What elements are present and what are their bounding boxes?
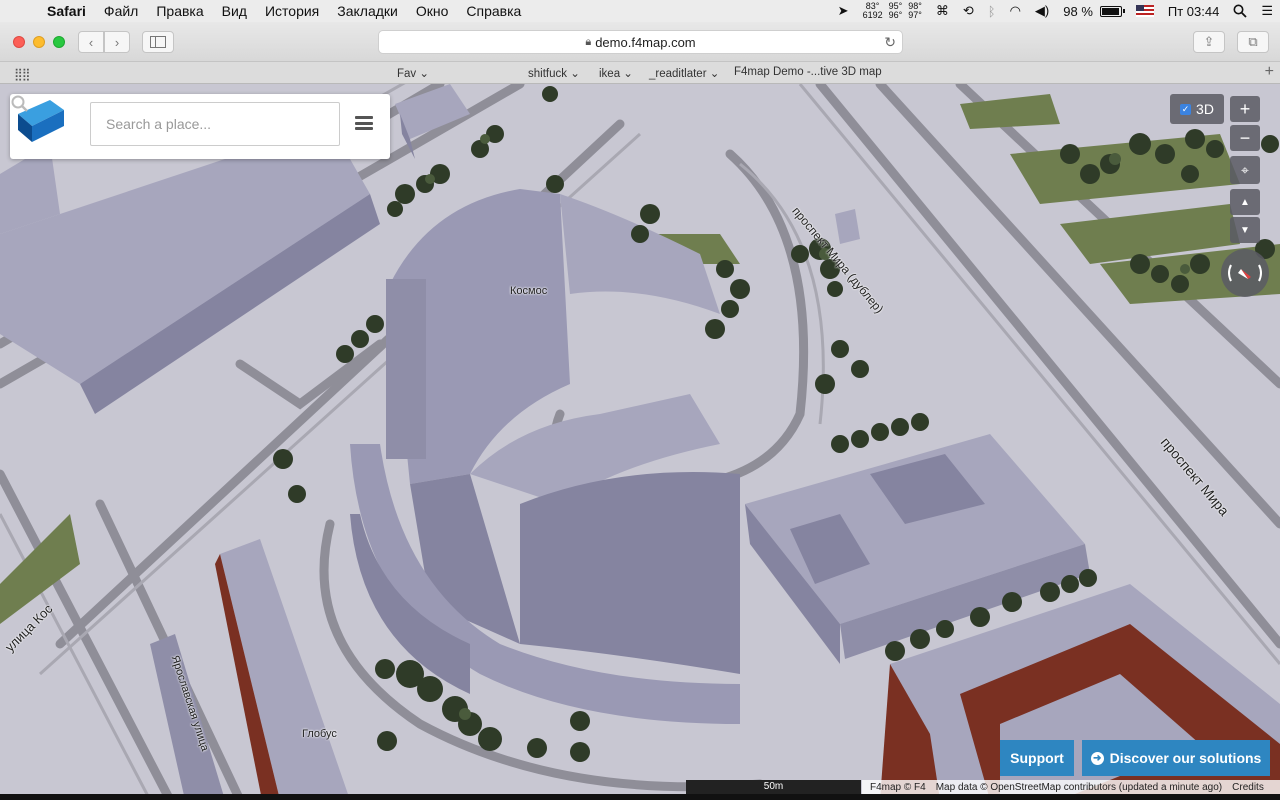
battery-icon[interactable] <box>1099 5 1129 17</box>
map-canvas[interactable]: Космос Глобус проспект Мира (дублер) про… <box>0 84 1280 800</box>
toggle-3d-label: 3D <box>1196 101 1214 117</box>
back-button[interactable]: ‹ <box>78 31 104 53</box>
tabs-overview-button[interactable]: ⧉ <box>1237 31 1269 53</box>
toggle-3d[interactable]: ✓ 3D <box>1170 94 1224 124</box>
url-text: demo.f4map.com <box>595 34 696 50</box>
map-label-kosmos[interactable]: Космос <box>510 285 547 297</box>
location-arrow-icon[interactable]: ➤ <box>831 3 856 19</box>
zoom-in-button[interactable]: + <box>1230 96 1260 122</box>
menu-history[interactable]: История <box>256 3 328 19</box>
map-label-globus[interactable]: Глобус <box>302 728 337 740</box>
attribution-brand[interactable]: F4map © F4 <box>870 782 926 793</box>
lock-icon: 🔒︎ <box>585 35 592 48</box>
battery-percent[interactable]: 98 % <box>1056 4 1100 19</box>
sidebar-toggle-button[interactable] <box>142 31 174 53</box>
tilt-down-button[interactable]: ▼ <box>1230 217 1260 243</box>
volume-icon[interactable]: ◀) <box>1028 3 1056 19</box>
bluetooth-icon[interactable]: ᛒ <box>981 4 1003 19</box>
menu-file[interactable]: Файл <box>95 3 147 19</box>
bookmark-shitfuck[interactable]: shitfuck ⌄ <box>528 66 580 80</box>
zoom-out-button[interactable]: − <box>1230 125 1260 151</box>
menu-bar: Safari Файл Правка Вид История Закладки … <box>0 0 1280 22</box>
attribution: F4map © F4 Map data © OpenStreetMap cont… <box>862 780 1280 794</box>
menu-bookmarks[interactable]: Закладки <box>328 3 407 19</box>
share-button[interactable]: ⇪ <box>1193 31 1225 53</box>
status-area: ➤ 83° 6192 95° 96° 98° 97° ⌘ ⟲ ᛒ ◠ ◀) 98 % … <box>831 0 1280 22</box>
bookmark-fav[interactable]: Fav ⌄ <box>397 66 429 80</box>
reload-icon[interactable]: ↻ <box>884 34 896 51</box>
menu-help[interactable]: Справка <box>457 3 530 19</box>
clock[interactable]: Пт 03:44 <box>1161 4 1226 19</box>
window-close-button[interactable] <box>13 36 25 48</box>
search-icon[interactable] <box>10 94 30 114</box>
search-input[interactable] <box>90 102 340 146</box>
notification-center-icon[interactable]: ☰ <box>1254 3 1280 19</box>
browser-toolbar: ‹ › 🔒︎ demo.f4map.com ↻ ⇪ ⧉ <box>0 22 1280 62</box>
window-minimize-button[interactable] <box>33 36 45 48</box>
checkbox-checked-icon: ✓ <box>1180 103 1192 115</box>
support-button[interactable]: Support <box>1000 740 1074 776</box>
menu-app-safari[interactable]: Safari <box>38 3 95 19</box>
bookmarks-bar: ⣿⣿ Fav ⌄ shitfuck ⌄ ikea ⌄ _readitlater … <box>0 62 1280 84</box>
arrow-circle-right-icon: ➜ <box>1090 751 1104 765</box>
menu-view[interactable]: Вид <box>213 3 256 19</box>
time-machine-icon[interactable]: ⟲ <box>956 3 981 19</box>
bookmark-f4map-demo[interactable]: F4map Demo -...tive 3D map <box>734 66 882 78</box>
top-sites-grid-icon[interactable]: ⣿⣿ <box>14 67 31 81</box>
cmd-icon[interactable]: ⌘ <box>929 3 956 19</box>
input-source-flag-icon[interactable] <box>1129 5 1161 17</box>
bookmark-ikea[interactable]: ikea ⌄ <box>599 66 633 80</box>
locate-crosshair-icon[interactable]: ⌖ <box>1230 156 1260 184</box>
temperature-monitor[interactable]: 83° 6192 95° 96° 98° 97° <box>856 2 929 20</box>
window-fullscreen-button[interactable] <box>53 36 65 48</box>
sidebar-icon <box>150 36 166 48</box>
forward-button[interactable]: › <box>104 31 130 53</box>
attribution-data[interactable]: Map data © OpenStreetMap contributors (u… <box>936 782 1222 793</box>
menu-edit[interactable]: Правка <box>147 3 212 19</box>
search-panel <box>10 94 390 159</box>
discover-solutions-button[interactable]: ➜ Discover our solutions <box>1082 740 1270 776</box>
wifi-icon[interactable]: ◠ <box>1003 3 1028 19</box>
scale-bar: 50m <box>686 780 861 794</box>
new-tab-icon[interactable]: + <box>1265 63 1274 81</box>
hamburger-menu-icon[interactable] <box>355 116 373 130</box>
menu-window[interactable]: Окно <box>407 3 458 19</box>
spotlight-search-icon[interactable] <box>1226 4 1254 18</box>
discover-solutions-label: Discover our solutions <box>1109 750 1262 766</box>
window-bottom-edge <box>0 794 1280 800</box>
tilt-up-button[interactable]: ▲ <box>1230 189 1260 215</box>
address-bar[interactable]: 🔒︎ demo.f4map.com ↻ <box>378 30 903 54</box>
compass-icon[interactable] <box>1221 249 1269 297</box>
credits-link[interactable]: Credits <box>1232 782 1264 793</box>
bookmark-readitlater[interactable]: _readitlater ⌄ <box>649 66 719 80</box>
